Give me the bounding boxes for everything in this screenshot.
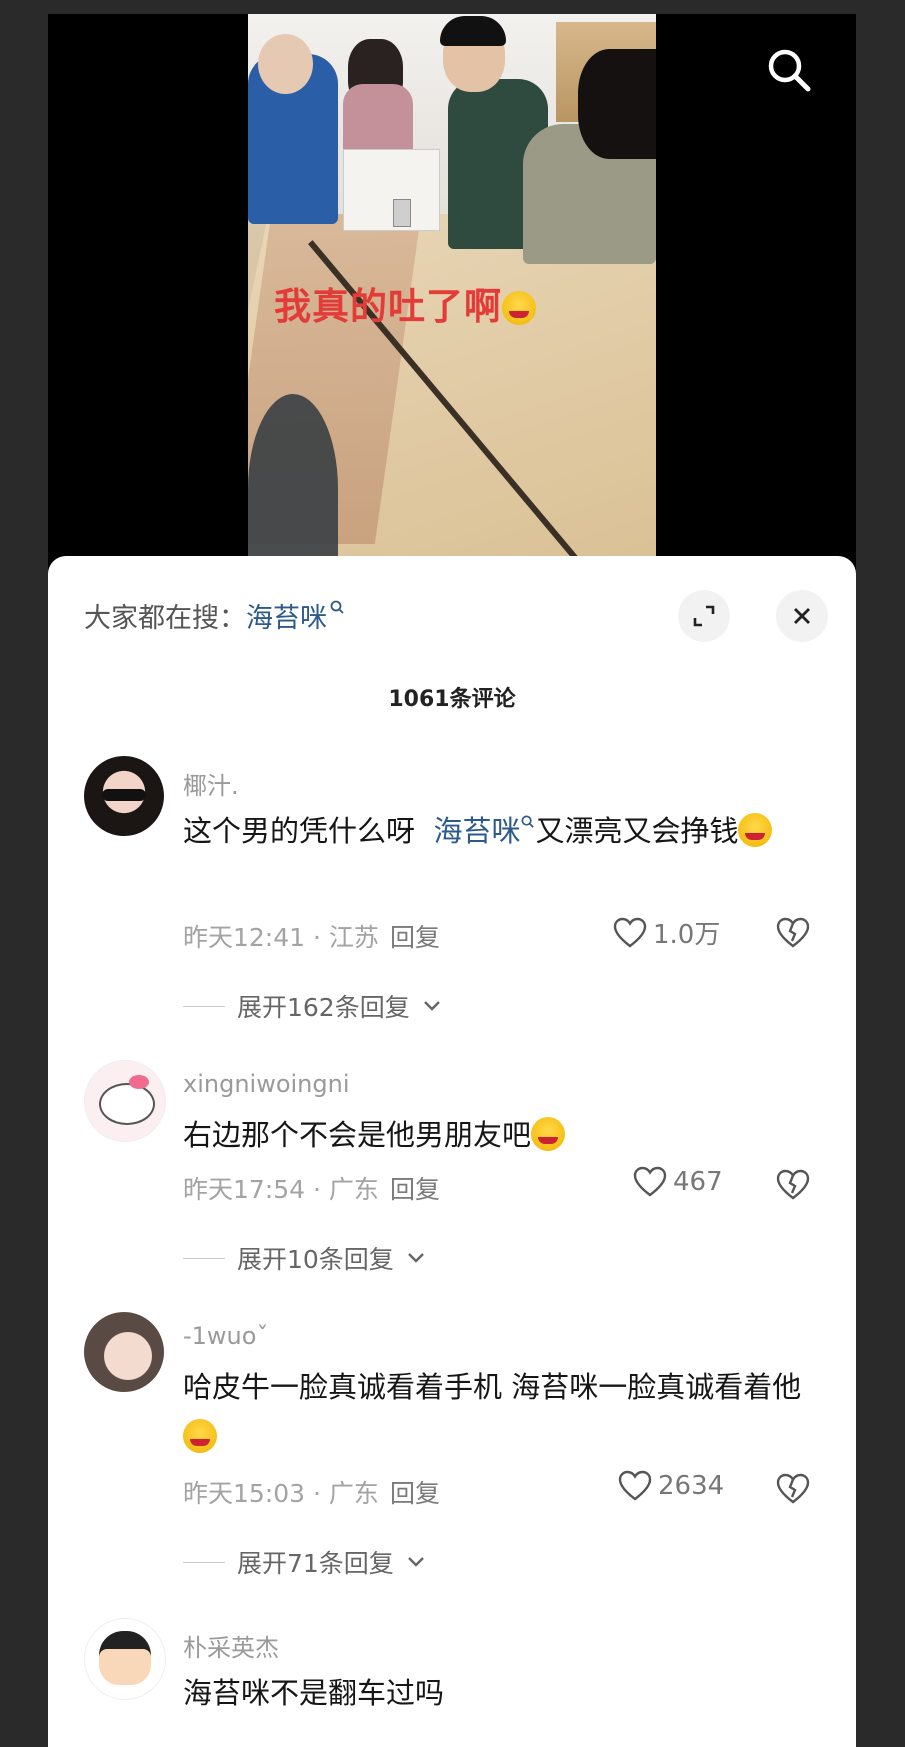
keyword-search-icon bbox=[330, 600, 344, 614]
comment-text-part: 哈皮牛一脸真诚看着手机 海苔咪一脸真诚看着他 bbox=[183, 1370, 802, 1404]
comment-text-part: 又漂亮又会挣钱 bbox=[535, 814, 739, 848]
dislike-icon[interactable] bbox=[776, 916, 810, 950]
close-icon bbox=[794, 608, 810, 624]
laughing-emoji-icon bbox=[531, 1117, 566, 1151]
trending-search-keyword[interactable]: 海苔咪 bbox=[246, 603, 327, 634]
comment-text-part: 右边那个不会是他男朋友吧 bbox=[183, 1118, 532, 1152]
comment-username[interactable]: -1wuoˇ bbox=[183, 1322, 268, 1350]
comment-text: 哈皮牛一脸真诚看着手机 海苔咪一脸真诚看着他 bbox=[183, 1362, 803, 1462]
dislike-icon[interactable] bbox=[776, 1168, 810, 1202]
reply-button[interactable]: 回复 bbox=[390, 1170, 440, 1206]
video-shopping-bag bbox=[343, 149, 440, 231]
video-person-right-hair bbox=[578, 49, 656, 159]
cartoon-face-shape bbox=[99, 1649, 151, 1685]
comment-text: 海苔咪不是翻车过吗 bbox=[183, 1676, 445, 1710]
heart-icon bbox=[618, 1470, 652, 1501]
like-count: 2634 bbox=[658, 1471, 725, 1501]
expand-line bbox=[183, 1257, 225, 1259]
video-person-left-head bbox=[258, 34, 313, 94]
chevron-down-icon bbox=[407, 1557, 424, 1567]
search-icon[interactable] bbox=[763, 44, 815, 96]
video-blur-object bbox=[248, 394, 338, 570]
avatar[interactable] bbox=[84, 1618, 166, 1700]
like-button[interactable]: 2634 bbox=[618, 1470, 724, 1502]
expand-replies-label: 展开162条回复 bbox=[237, 993, 410, 1022]
comment-time: 昨天12:41 · 江苏 bbox=[183, 923, 379, 952]
expand-button[interactable] bbox=[678, 590, 730, 642]
like-button[interactable]: 1.0万 bbox=[613, 914, 720, 951]
crying-emoji-icon bbox=[738, 813, 773, 847]
chevron-down-icon bbox=[407, 1253, 424, 1263]
dislike-icon[interactable] bbox=[776, 1472, 810, 1506]
comment-text: 这个男的凭什么呀 海苔咪 又漂亮又会挣钱 bbox=[183, 806, 803, 856]
video-caption-text: 我真的吐了啊 bbox=[274, 285, 502, 328]
heart-icon bbox=[613, 917, 647, 948]
comment-username[interactable]: 朴采英杰 bbox=[183, 1628, 279, 1663]
expand-replies-label: 展开10条回复 bbox=[237, 1245, 394, 1274]
heart-icon bbox=[633, 1166, 667, 1197]
like-count: 467 bbox=[673, 1167, 723, 1197]
comment-time: 昨天17:54 · 广东 bbox=[183, 1175, 379, 1204]
reply-button[interactable]: 回复 bbox=[390, 918, 440, 954]
app-frame: 我真的吐了啊 大家都在搜：海苔咪 1061条评论 椰汁. 这个男的凭什么呀 海苔… bbox=[48, 14, 856, 1747]
expand-icon bbox=[693, 605, 715, 627]
kitty-face-shape bbox=[99, 1083, 155, 1125]
comment-count: 1061条评论 bbox=[388, 687, 516, 712]
comment-text: 右边那个不会是他男朋友吧 bbox=[183, 1110, 803, 1160]
like-count: 1.0万 bbox=[653, 920, 721, 950]
comment-username[interactable]: xingniwoingni bbox=[183, 1070, 350, 1098]
comment-time: 昨天15:03 · 广东 bbox=[183, 1479, 379, 1508]
expand-replies[interactable]: 展开162条回复 bbox=[183, 988, 442, 1024]
avatar[interactable] bbox=[84, 1312, 164, 1392]
video-caption: 我真的吐了啊 bbox=[274, 276, 536, 330]
trending-search[interactable]: 大家都在搜：海苔咪 bbox=[84, 596, 345, 635]
avatar[interactable] bbox=[84, 1060, 166, 1142]
reply-button[interactable]: 回复 bbox=[390, 1474, 440, 1510]
avatar[interactable] bbox=[84, 756, 164, 836]
close-button[interactable] bbox=[776, 590, 828, 642]
sunglasses-shape bbox=[102, 789, 146, 801]
keyword-search-icon bbox=[521, 815, 535, 828]
kitty-bow-shape bbox=[129, 1075, 149, 1089]
video-phone bbox=[393, 199, 411, 227]
comment-keyword-link[interactable]: 海苔咪 bbox=[433, 814, 520, 848]
trending-search-prefix: 大家都在搜： bbox=[84, 603, 246, 634]
crying-emoji-icon bbox=[183, 1419, 217, 1453]
expand-replies[interactable]: 展开71条回复 bbox=[183, 1544, 426, 1580]
video-player[interactable]: 我真的吐了啊 bbox=[248, 14, 656, 570]
comment-panel: 大家都在搜：海苔咪 1061条评论 椰汁. 这个男的凭什么呀 海苔咪 又漂亮又会挣… bbox=[48, 556, 856, 1747]
comment-username[interactable]: 椰汁. bbox=[183, 766, 239, 801]
comment-text-part: 这个男的凭什么呀 bbox=[183, 814, 416, 848]
expand-replies[interactable]: 展开10条回复 bbox=[183, 1240, 426, 1276]
vomit-emoji-icon bbox=[502, 291, 536, 325]
expand-line bbox=[183, 1561, 225, 1563]
expand-replies-label: 展开71条回复 bbox=[237, 1549, 394, 1578]
like-button[interactable]: 467 bbox=[633, 1166, 723, 1198]
video-person-man-hair bbox=[440, 16, 506, 46]
expand-line bbox=[183, 1005, 225, 1007]
chevron-down-icon bbox=[423, 1001, 440, 1011]
